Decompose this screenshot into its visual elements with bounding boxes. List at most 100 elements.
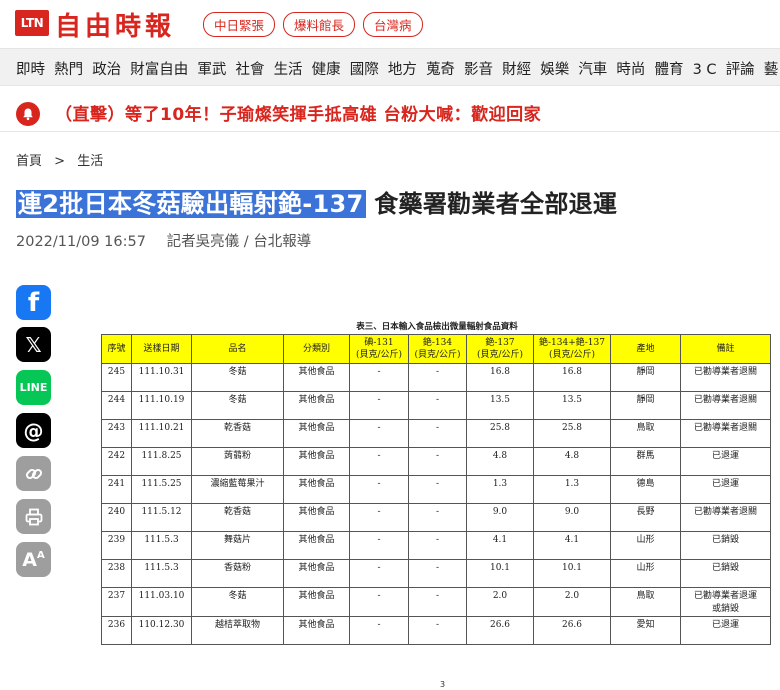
- nav-item[interactable]: 財富自由: [130, 49, 188, 79]
- nav-item[interactable]: 蒐奇: [426, 49, 455, 79]
- table-cell: 243: [101, 419, 132, 448]
- table-cell: 群馬: [610, 447, 681, 476]
- breadcrumb-category[interactable]: 生活: [77, 154, 103, 169]
- table-cell: 111.03.10: [131, 587, 192, 617]
- table-header-cell: 銫-134 (貝克/公斤): [408, 334, 467, 364]
- table-header-row: 序號 送樣日期 品名 分類別 碘-131 (貝克/公斤) 銫-134 (貝克/公斤) 銫-1…: [101, 334, 771, 364]
- nav-item[interactable]: 娛樂: [540, 49, 569, 79]
- table-cell: 濃縮藍莓果汁: [191, 475, 284, 504]
- table-cell: 乾香菇: [191, 503, 284, 532]
- table-cell: 冬菇: [191, 587, 284, 617]
- table-cell: 9.0: [533, 503, 611, 532]
- nav-item[interactable]: 社會: [235, 49, 264, 79]
- printer-icon: [25, 508, 42, 525]
- breaking-news-link[interactable]: （直擊）等了10年！子瑜燦笑揮手抵高雄 台粉大喊：歡迎回家: [55, 100, 541, 125]
- table-cell: 靜岡: [610, 391, 681, 420]
- table-cell: 4.1: [466, 531, 534, 560]
- nav-item[interactable]: 3 C: [693, 53, 717, 78]
- nav-item[interactable]: 時尚: [616, 49, 645, 79]
- hot-link-1[interactable]: 中日緊張: [203, 12, 276, 37]
- nav-item[interactable]: 汽車: [578, 49, 607, 79]
- bell-icon: [16, 102, 40, 126]
- table-cell: -: [349, 531, 409, 560]
- table-cell: 111.10.19: [131, 391, 192, 420]
- x-share-button[interactable]: 𝕏: [16, 327, 51, 362]
- nav-item[interactable]: 財經: [502, 49, 531, 79]
- x-icon: 𝕏: [25, 332, 42, 357]
- table-cell: 111.10.21: [131, 419, 192, 448]
- title-rest: 食藥署勸業者全部退運: [365, 190, 618, 218]
- threads-share-button[interactable]: @: [16, 413, 51, 448]
- article-date: 2022/11/09 16:57: [16, 234, 146, 250]
- hot-link-3[interactable]: 台灣病: [363, 12, 423, 37]
- table-cell: 已銷毀: [680, 559, 771, 588]
- table-cell: 111.5.3: [131, 559, 192, 588]
- table-cell: 16.8: [533, 363, 611, 392]
- table-cell: 244: [101, 391, 132, 420]
- radiation-food-table: 序號 送樣日期 品名 分類別 碘-131 (貝克/公斤) 銫-134 (貝克/公斤) 銫-1…: [101, 334, 771, 645]
- table-cell: 9.0: [466, 503, 534, 532]
- table-cell: 4.8: [466, 447, 534, 476]
- table-header-cell: 分類別: [283, 334, 350, 364]
- article-meta: 2022/11/09 16:57 記者吳亮儀 / 台北報導: [16, 230, 311, 251]
- nav-item[interactable]: 生活: [274, 49, 303, 79]
- selected-title-text: 連2批日本冬菇驗出輻射銫-137: [16, 190, 366, 218]
- nav-item[interactable]: 地方: [388, 49, 417, 79]
- nav-item[interactable]: 熱門: [54, 49, 83, 79]
- table-cell: 已勸導業者退關: [680, 503, 771, 532]
- table-header-cell: 品名: [191, 334, 284, 364]
- table-cell: 乾香菇: [191, 419, 284, 448]
- table-cell: 山形: [610, 559, 681, 588]
- table-cell: 26.6: [533, 616, 611, 645]
- hot-link-2[interactable]: 爆料館長: [283, 12, 356, 37]
- article-byline: 記者吳亮儀 / 台北報導: [166, 234, 312, 250]
- breadcrumb-home[interactable]: 首頁: [16, 154, 42, 169]
- nav-item[interactable]: 評論: [726, 49, 755, 79]
- table-cell: 240: [101, 503, 132, 532]
- table-cell: 25.8: [533, 419, 611, 448]
- font-size-icon: A: [22, 548, 37, 571]
- ltn-logo[interactable]: LTN: [15, 10, 49, 36]
- table-cell: 鳥取: [610, 587, 681, 617]
- table-cell: 越桔萃取物: [191, 616, 284, 645]
- print-button[interactable]: [16, 499, 51, 534]
- table-row: 240 111.5.12 乾香菇 其他食品 - -9.0 9.0 長野 已勸導業者退關: [101, 503, 771, 532]
- table-header-cell: 序號: [101, 334, 132, 364]
- font-size-button[interactable]: AA: [16, 542, 51, 577]
- table-cell: 其他食品: [283, 587, 350, 617]
- table-header-cell: 送樣日期: [131, 334, 192, 364]
- table-row: 243 111.10.21 乾香菇 其他食品 - -25.8 25.8 鳥取 已勸導業者退關: [101, 419, 771, 448]
- table-cell: 山形: [610, 531, 681, 560]
- table-row: 245 111.10.31 冬菇 其他食品 - -16.8 16.8 靜岡 已勸導業者退關: [101, 363, 771, 392]
- nav-item[interactable]: 藝: [764, 49, 779, 79]
- nav-item[interactable]: 政治: [92, 49, 121, 79]
- nav-item[interactable]: 即時: [16, 49, 45, 79]
- breadcrumb-separator: >: [54, 154, 66, 169]
- table-cell: 靜岡: [610, 363, 681, 392]
- table-cell: 26.6: [466, 616, 534, 645]
- nav-item[interactable]: 健康: [312, 49, 341, 79]
- facebook-share-button[interactable]: f: [16, 285, 51, 320]
- copy-link-button[interactable]: [16, 456, 51, 491]
- table-header-cell: 產地: [610, 334, 681, 364]
- table-cell: 其他食品: [283, 475, 350, 504]
- table-cell: -: [408, 503, 467, 532]
- line-share-button[interactable]: LINE: [16, 370, 51, 405]
- table-cell: -: [349, 363, 409, 392]
- table-cell: 1.3: [466, 475, 534, 504]
- nav-item[interactable]: 影音: [464, 49, 493, 79]
- table-cell: 1.3: [533, 475, 611, 504]
- nav-item[interactable]: 軍武: [197, 49, 226, 79]
- nav-item[interactable]: 體育: [655, 49, 684, 79]
- table-cell: 111.5.25: [131, 475, 192, 504]
- table-cell: 已勸導業者退關: [680, 391, 771, 420]
- document-page-number: 3: [440, 680, 446, 689]
- site-logo-text[interactable]: 自由時報: [55, 6, 175, 43]
- table-cell: 111.5.12: [131, 503, 192, 532]
- table-cell: 242: [101, 447, 132, 476]
- table-cell: 其他食品: [283, 503, 350, 532]
- nav-item[interactable]: 國際: [350, 49, 379, 79]
- table-cell: 已退運: [680, 447, 771, 476]
- table-cell: 其他食品: [283, 363, 350, 392]
- table-row: 238 111.5.3 香菇粉 其他食品 - -10.1 10.1 山形 已銷毀: [101, 559, 771, 588]
